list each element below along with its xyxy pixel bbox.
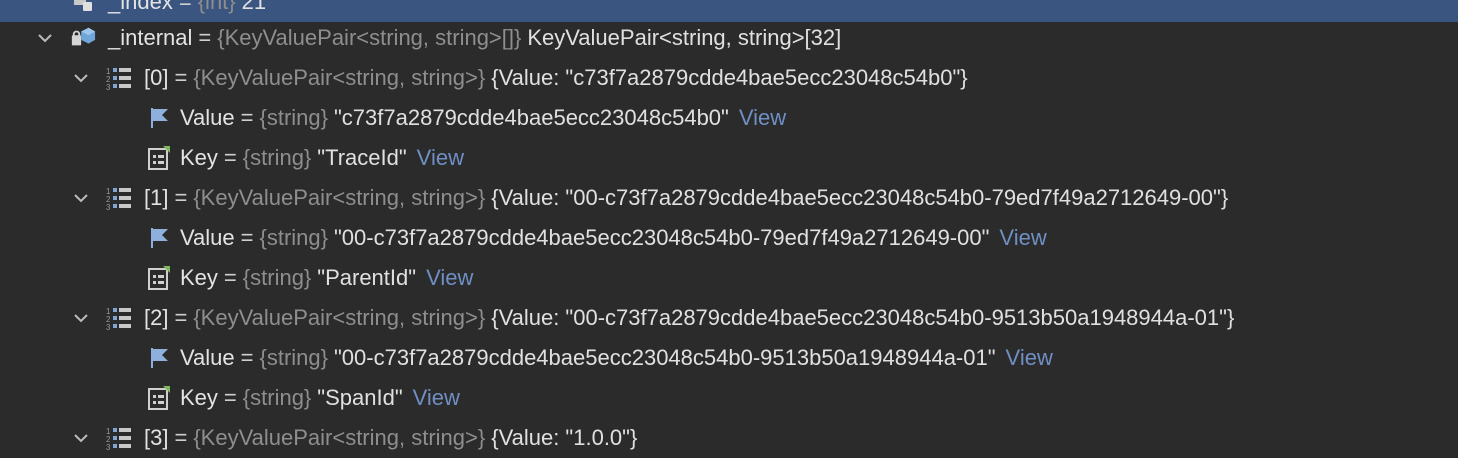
tree-row-value[interactable]: Value = {string} "00-c73f7a2879cdde4bae5… <box>0 218 1458 258</box>
array-list-icon: 1 2 3 <box>106 305 132 331</box>
variable-name: _index <box>108 0 173 14</box>
key-property-icon <box>146 385 172 411</box>
object-field-icon <box>70 25 96 51</box>
equals-sign: = <box>198 25 212 50</box>
tree-row-item-0[interactable]: 1 2 3 [0] = {KeyValuePair<string, string… <box>0 58 1458 98</box>
variable-name: [2] <box>144 305 169 330</box>
variable-name: [1] <box>144 185 169 210</box>
variable-value: "00-c73f7a2879cdde4bae5ecc23048c54b0-951… <box>334 345 996 370</box>
variable-type: {string} <box>259 105 329 130</box>
tree-row-internal[interactable]: _internal = {KeyValuePair<string, string… <box>0 18 1458 58</box>
equals-sign: = <box>240 345 254 370</box>
chevron-down-icon[interactable] <box>70 427 92 449</box>
view-link[interactable]: View <box>426 265 473 291</box>
variable-name: [0] <box>144 65 169 90</box>
array-list-icon: 1 2 3 <box>106 185 132 211</box>
variable-value: {Value: "00-c73f7a2879cdde4bae5ecc23048c… <box>491 185 1229 210</box>
row-text: _internal = {KeyValuePair<string, string… <box>108 25 841 51</box>
variable-value: {Value: "00-c73f7a2879cdde4bae5ecc23048c… <box>491 305 1235 330</box>
equals-sign: = <box>240 105 254 130</box>
variable-name: Key <box>180 385 218 410</box>
svg-text:3: 3 <box>106 323 111 331</box>
variable-value: {Value: "1.0.0"} <box>491 425 638 450</box>
row-text: [0] = {KeyValuePair<string, string>} {Va… <box>144 65 968 91</box>
tree-row-value[interactable]: Value = {string} "00-c73f7a2879cdde4bae5… <box>0 338 1458 378</box>
variable-type: {KeyValuePair<string, string>} <box>193 305 486 330</box>
tree-row-key[interactable]: Key = {string} "TraceId" View <box>0 138 1458 178</box>
variable-name: Key <box>180 145 218 170</box>
key-property-icon <box>146 145 172 171</box>
view-link[interactable]: View <box>1006 345 1053 371</box>
equals-sign: = <box>174 65 188 90</box>
view-link[interactable]: View <box>739 105 786 131</box>
variable-type: {KeyValuePair<string, string>[]} <box>217 25 522 50</box>
view-link[interactable]: View <box>999 225 1046 251</box>
variable-name: Value <box>180 105 235 130</box>
variable-type: {int} <box>197 0 236 14</box>
chevron-down-icon[interactable] <box>34 27 56 49</box>
row-text: Key = {string} "ParentId" View <box>180 265 473 291</box>
variable-name: [3] <box>144 425 169 450</box>
svg-text:3: 3 <box>106 83 111 91</box>
svg-text:3: 3 <box>106 443 111 451</box>
variable-value: "00-c73f7a2879cdde4bae5ecc23048c54b0-79e… <box>334 225 990 250</box>
field-lock-icon <box>70 0 96 15</box>
svg-text:3: 3 <box>106 203 111 211</box>
row-text: Value = {string} "c73f7a2879cdde4bae5ecc… <box>180 105 786 131</box>
equals-sign: = <box>223 145 237 170</box>
variable-type: {KeyValuePair<string, string>} <box>193 425 486 450</box>
key-property-icon <box>146 265 172 291</box>
variable-type: {KeyValuePair<string, string>} <box>193 185 486 210</box>
row-text: Value = {string} "00-c73f7a2879cdde4bae5… <box>180 225 1047 251</box>
variable-name: _internal <box>108 25 193 50</box>
variable-name: Key <box>180 265 218 290</box>
array-list-icon: 1 2 3 <box>106 425 132 451</box>
variable-type: {string} <box>242 145 312 170</box>
row-text: Key = {string} "SpanId" View <box>180 385 460 411</box>
variable-value: "ParentId" <box>317 265 417 290</box>
tree-row-value[interactable]: Value = {string} "c73f7a2879cdde4bae5ecc… <box>0 98 1458 138</box>
variable-value: 21 <box>241 0 267 14</box>
array-list-icon: 1 2 3 <box>106 65 132 91</box>
row-text: Key = {string} "TraceId" View <box>180 145 464 171</box>
row-text: _index = {int} 21 <box>108 0 266 15</box>
variable-value: "SpanId" <box>317 385 403 410</box>
equals-sign: = <box>178 0 192 14</box>
variable-value: {Value: "c73f7a2879cdde4bae5ecc23048c54b… <box>491 65 968 90</box>
flag-icon <box>146 345 172 371</box>
variable-type: {string} <box>242 385 312 410</box>
tree-row-key[interactable]: Key = {string} "ParentId" View <box>0 258 1458 298</box>
equals-sign: = <box>174 185 188 210</box>
chevron-down-icon[interactable] <box>70 187 92 209</box>
row-text: [1] = {KeyValuePair<string, string>} {Va… <box>144 185 1228 211</box>
row-text: [2] = {KeyValuePair<string, string>} {Va… <box>144 305 1234 331</box>
variable-value: KeyValuePair<string, string>[32] <box>527 25 842 50</box>
variable-type: {KeyValuePair<string, string>} <box>193 65 486 90</box>
equals-sign: = <box>174 305 188 330</box>
row-text: Value = {string} "00-c73f7a2879cdde4bae5… <box>180 345 1053 371</box>
variable-value: "TraceId" <box>317 145 407 170</box>
equals-sign: = <box>174 425 188 450</box>
equals-sign: = <box>223 265 237 290</box>
tree-row-item-3[interactable]: 1 2 3 [3] = {KeyValuePair<string, string… <box>0 418 1458 458</box>
variable-value: "c73f7a2879cdde4bae5ecc23048c54b0" <box>334 105 729 130</box>
variable-type: {string} <box>259 225 329 250</box>
equals-sign: = <box>223 385 237 410</box>
tree-row-key[interactable]: Key = {string} "SpanId" View <box>0 378 1458 418</box>
equals-sign: = <box>240 225 254 250</box>
variable-name: Value <box>180 225 235 250</box>
variable-type: {string} <box>259 345 329 370</box>
row-text: [3] = {KeyValuePair<string, string>} {Va… <box>144 425 637 451</box>
view-link[interactable]: View <box>413 385 460 411</box>
view-link[interactable]: View <box>417 145 464 171</box>
tree-row-item-1[interactable]: 1 2 3 [1] = {KeyValuePair<string, string… <box>0 178 1458 218</box>
chevron-down-icon[interactable] <box>70 307 92 329</box>
tree-row-item-2[interactable]: 1 2 3 [2] = {KeyValuePair<string, string… <box>0 298 1458 338</box>
variable-name: Value <box>180 345 235 370</box>
variable-type: {string} <box>242 265 312 290</box>
chevron-down-icon[interactable] <box>70 67 92 89</box>
flag-icon <box>146 225 172 251</box>
flag-icon <box>146 105 172 131</box>
